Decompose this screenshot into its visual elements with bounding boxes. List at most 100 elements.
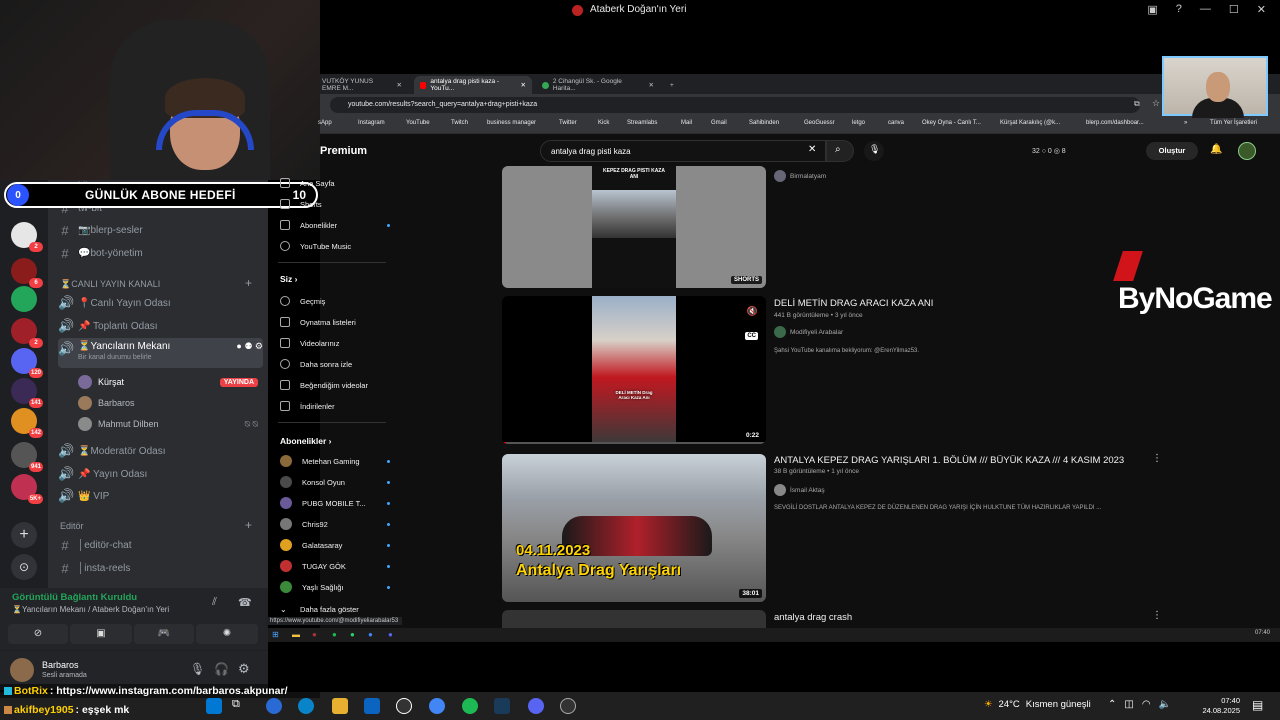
server-icon[interactable]: 141 [11, 378, 43, 408]
volume-icon[interactable]: 🔈 [1159, 699, 1171, 710]
microphone-icon[interactable]: 🎙 [190, 662, 205, 676]
nav-playlists[interactable]: Oynatma listeleri [280, 313, 390, 331]
video-title[interactable]: DELİ METİN DRAG ARACI KAZA ANI [774, 298, 933, 309]
bookmark[interactable]: Streamlabs [627, 120, 657, 126]
browser-tab[interactable]: 2 Cihangül Sk. - Google Harita... ✕ [536, 76, 660, 94]
star-icon[interactable]: ☆ [1152, 98, 1160, 109]
channel-bot-yonetim[interactable]: # 💬bot-yönetim [58, 243, 263, 263]
bookmark[interactable]: Sahibinden [749, 120, 779, 126]
channel-insta-reels[interactable]: # │insta-reels [58, 558, 263, 578]
close-tab-icon[interactable]: ✕ [397, 81, 402, 89]
subscription-item[interactable]: Konsol Oyun [280, 473, 390, 491]
chrome-icon[interactable] [429, 698, 445, 714]
create-button[interactable]: Oluştur [1146, 142, 1198, 160]
bookmark[interactable]: Mail [681, 120, 692, 126]
url-input[interactable]: youtube.com/results?search_query=antalya… [330, 97, 1140, 113]
channel-blerp-sesler[interactable]: # 📷blerp-sesler [58, 220, 263, 240]
video-title[interactable]: antalya drag crash [774, 612, 852, 623]
voice-channel[interactable]: 🔊 📍Canlı Yayın Odası [58, 293, 263, 313]
subscription-item[interactable]: Chris92 [280, 515, 390, 533]
bookmark[interactable]: Okey Oyna - Canlı T... [922, 120, 981, 126]
member-item[interactable]: Kürşat YAYINDA [78, 372, 258, 392]
nav-your-videos[interactable]: Videolarınız [280, 334, 390, 352]
gear-icon[interactable]: ⚙ [238, 661, 250, 677]
noise-suppression-icon[interactable]: ⫽ [212, 596, 217, 609]
bell-icon[interactable]: 🔔 [1210, 144, 1224, 158]
spotify-icon[interactable] [462, 698, 478, 714]
close-tab-icon[interactable]: ✕ [521, 81, 526, 89]
bookmark[interactable]: Gmail [711, 120, 727, 126]
bookmark[interactable]: Twitch [451, 120, 468, 126]
server-icon[interactable]: 941 [11, 442, 43, 472]
xbox-icon[interactable] [396, 698, 412, 714]
subscription-item[interactable]: PUBG MOBILE T... [280, 494, 390, 512]
voice-channel[interactable]: 🔊 ⏳Moderatör Odası [58, 441, 263, 461]
copilot-icon[interactable] [266, 698, 282, 714]
bookmark[interactable]: sApp [318, 120, 332, 126]
nav-history[interactable]: Geçmiş [280, 292, 390, 310]
you-section[interactable]: Siz › [280, 274, 297, 284]
server-icon[interactable]: 2 [11, 318, 43, 348]
weather-widget[interactable]: ☀ 24°C Kısmen güneşli [984, 699, 1091, 710]
wifi-icon[interactable]: ◠ [1142, 699, 1151, 710]
nav-liked[interactable]: Beğendiğim videolar [280, 376, 390, 394]
app-icon[interactable]: ● [312, 630, 317, 639]
add-channel-icon[interactable]: + [245, 518, 252, 532]
camera-off-button[interactable]: ⊘ [8, 624, 68, 644]
subscription-item[interactable]: Metehan Gaming [280, 452, 390, 470]
server-icon[interactable]: 142 [11, 408, 43, 438]
subscriptions-section[interactable]: Abonelikler › [280, 436, 332, 446]
file-explorer-icon[interactable] [332, 698, 348, 714]
tray-icon[interactable]: ◫ [1124, 699, 1133, 710]
extension-stats[interactable]: 32 ○ 0 ◎ 8 [1032, 147, 1066, 155]
browser-tab-active[interactable]: antalya drag pisti kaza - YouTu... ✕ [414, 76, 532, 94]
disconnect-icon[interactable]: ☎ [238, 596, 252, 609]
channel-link[interactable]: Birmalatyam [774, 170, 826, 182]
spotify-icon[interactable]: ● [332, 630, 337, 639]
mute-icon[interactable]: 🔇 [747, 306, 758, 317]
close-tab-icon[interactable]: ✕ [649, 81, 654, 89]
outlook-icon[interactable] [364, 698, 380, 714]
avatar[interactable] [10, 658, 34, 682]
channel-editor-chat[interactable]: # │editör-chat [58, 535, 263, 555]
voice-channel[interactable]: 🔊 📌 Toplantı Odası [58, 316, 263, 336]
voice-channel[interactable]: 🔊 📌 Yayın Odası [58, 464, 263, 484]
active-voice-channel[interactable]: 🔊 ⏳Yancıların Mekanı Bir kanal durumu be… [58, 338, 263, 368]
more-vert-icon[interactable]: ⋮ [1152, 453, 1162, 464]
screen-share-button[interactable]: ▣ [70, 624, 132, 644]
browser-tab[interactable]: VUTKÖY YUNUS EMRE M... ✕ [316, 76, 408, 94]
notification-icon[interactable]: ▤ [1252, 698, 1263, 712]
soundboard-button[interactable]: ✺ [196, 624, 258, 644]
screen-share-icon[interactable]: ▣ [1147, 3, 1157, 16]
clear-search-icon[interactable]: ✕ [808, 144, 816, 155]
bookmark[interactable]: Kick [598, 120, 609, 126]
whatsapp-icon[interactable]: ● [350, 630, 355, 639]
headphones-icon[interactable]: 🎧 [214, 662, 229, 676]
member-item[interactable]: Mahmut Dilben ⍉ ⍉ [78, 414, 258, 434]
channel-link[interactable]: İsmail Aktaş [774, 484, 825, 496]
subscription-item[interactable]: Yaşlı Sağlığı [280, 578, 390, 596]
youtube-logo[interactable]: Premium [320, 145, 367, 157]
nav-subscriptions[interactable]: Abonelikler [280, 216, 390, 234]
discord-icon[interactable]: ● [388, 630, 393, 639]
video-thumbnail[interactable]: 04.11.2023 Antalya Drag Yarışları 38:01 [502, 454, 766, 602]
new-tab-button[interactable]: + [664, 76, 680, 94]
cast-icon[interactable]: ⧉ [1134, 99, 1140, 109]
explore-icon[interactable]: ⊙ [11, 554, 37, 580]
search-button[interactable]: ⌕ [826, 140, 854, 162]
add-channel-icon[interactable]: + [245, 276, 252, 290]
bookmark[interactable]: letgo [852, 120, 865, 126]
obs-icon[interactable] [560, 698, 576, 714]
nav-watch-later[interactable]: Daha sonra izle [280, 355, 390, 373]
bookmark[interactable]: Instagram [358, 120, 385, 126]
more-vert-icon[interactable]: ⋮ [1152, 610, 1162, 621]
edge-icon[interactable] [298, 698, 314, 714]
help-icon[interactable]: ? [1176, 3, 1182, 16]
chrome-icon[interactable]: ● [368, 630, 373, 639]
server-icon[interactable]: 5K+ [11, 474, 43, 504]
server-icon[interactable]: 6 [11, 258, 43, 288]
subscription-item[interactable]: Galatasaray [280, 536, 390, 554]
maximize-button[interactable]: ☐ [1229, 3, 1239, 16]
show-more-button[interactable]: ⌄ Daha fazla göster [280, 600, 390, 618]
bookmark[interactable]: GeoGuessr [804, 120, 835, 126]
